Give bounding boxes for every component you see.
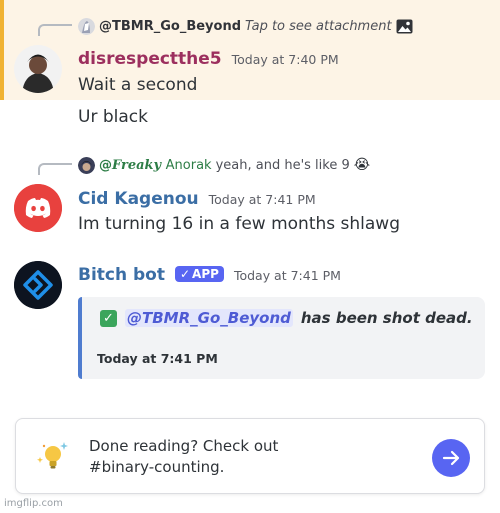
arrow-right-icon bbox=[442, 450, 460, 466]
reply-snippet[interactable]: yeah, and he's like 9 bbox=[216, 158, 350, 173]
reply-avatar bbox=[78, 17, 95, 35]
app-badge-label: APP bbox=[192, 267, 219, 281]
lightbulb-icon bbox=[37, 442, 68, 469]
reply-snippet[interactable]: Tap to see attachment bbox=[245, 19, 392, 34]
message-text: Im turning 16 in a few months shlawg bbox=[78, 214, 400, 234]
go-to-channel-button[interactable] bbox=[432, 439, 470, 477]
timestamp[interactable]: Today at 7:40 PM bbox=[232, 52, 339, 67]
embed-footer: Today at 7:41 PM bbox=[97, 351, 218, 366]
avatar-cid-kagenou[interactable] bbox=[14, 184, 62, 232]
image-icon bbox=[396, 19, 413, 33]
embed-card: ✓ @TBMR_Go_Beyond has been shot dead. To… bbox=[78, 297, 485, 379]
timestamp[interactable]: Today at 7:41 PM bbox=[209, 192, 316, 207]
notice-line-1: Done reading? Check out bbox=[89, 437, 279, 455]
reply-author-rest: Anorak bbox=[165, 157, 212, 173]
embed-description: ✓ @TBMR_Go_Beyond has been shot dead. bbox=[100, 309, 473, 327]
next-channel-notice[interactable]: Done reading? Check out #binary-counting… bbox=[15, 418, 485, 494]
reply-preview[interactable]: @Freaky Anorak yeah, and he's like 9 😭 bbox=[78, 155, 370, 175]
reply-author[interactable]: @TBMR_Go_Beyond bbox=[99, 19, 241, 34]
embed-text: has been shot dead. bbox=[300, 309, 473, 327]
check-icon: ✓ bbox=[179, 267, 191, 281]
user-avatar-image bbox=[14, 45, 62, 93]
avatar-disrespectthe5[interactable] bbox=[14, 45, 62, 93]
message-text: Wait a second bbox=[78, 75, 198, 95]
user-mention[interactable]: @TBMR_Go_Beyond bbox=[125, 309, 293, 327]
notice-text: Done reading? Check out #binary-counting… bbox=[89, 436, 278, 478]
bot-logo-icon bbox=[14, 261, 62, 309]
reply-avatar bbox=[78, 156, 95, 174]
discord-logo-icon bbox=[14, 184, 62, 232]
avatar-bitch-bot[interactable] bbox=[14, 261, 62, 309]
author-name[interactable]: Bitch bot bbox=[78, 265, 165, 285]
reply-connector bbox=[38, 24, 72, 36]
timestamp[interactable]: Today at 7:41 PM bbox=[234, 268, 341, 283]
reply-author[interactable]: @Freaky Anorak bbox=[99, 158, 212, 173]
reply-author-prefix: @ bbox=[99, 157, 112, 173]
message-text: Ur black bbox=[78, 107, 148, 127]
author-name[interactable]: disrespectthe5 bbox=[78, 49, 222, 69]
crying-emoji-icon: 😭 bbox=[353, 157, 371, 173]
reply-author-fancy: Freaky bbox=[112, 157, 162, 173]
message-header: Cid Kagenou Today at 7:41 PM bbox=[78, 189, 316, 209]
message-header: Bitch bot ✓ APP Today at 7:41 PM bbox=[78, 265, 341, 285]
app-badge: ✓ APP bbox=[174, 266, 224, 282]
check-box-icon: ✓ bbox=[100, 309, 117, 327]
author-name[interactable]: Cid Kagenou bbox=[78, 189, 199, 209]
channel-link[interactable]: #binary-counting. bbox=[89, 457, 278, 478]
reply-connector bbox=[38, 163, 72, 175]
reply-preview[interactable]: @TBMR_Go_Beyond Tap to see attachment bbox=[78, 16, 413, 36]
watermark: imgflip.com bbox=[4, 498, 63, 509]
message-header: disrespectthe5 Today at 7:40 PM bbox=[78, 49, 339, 69]
